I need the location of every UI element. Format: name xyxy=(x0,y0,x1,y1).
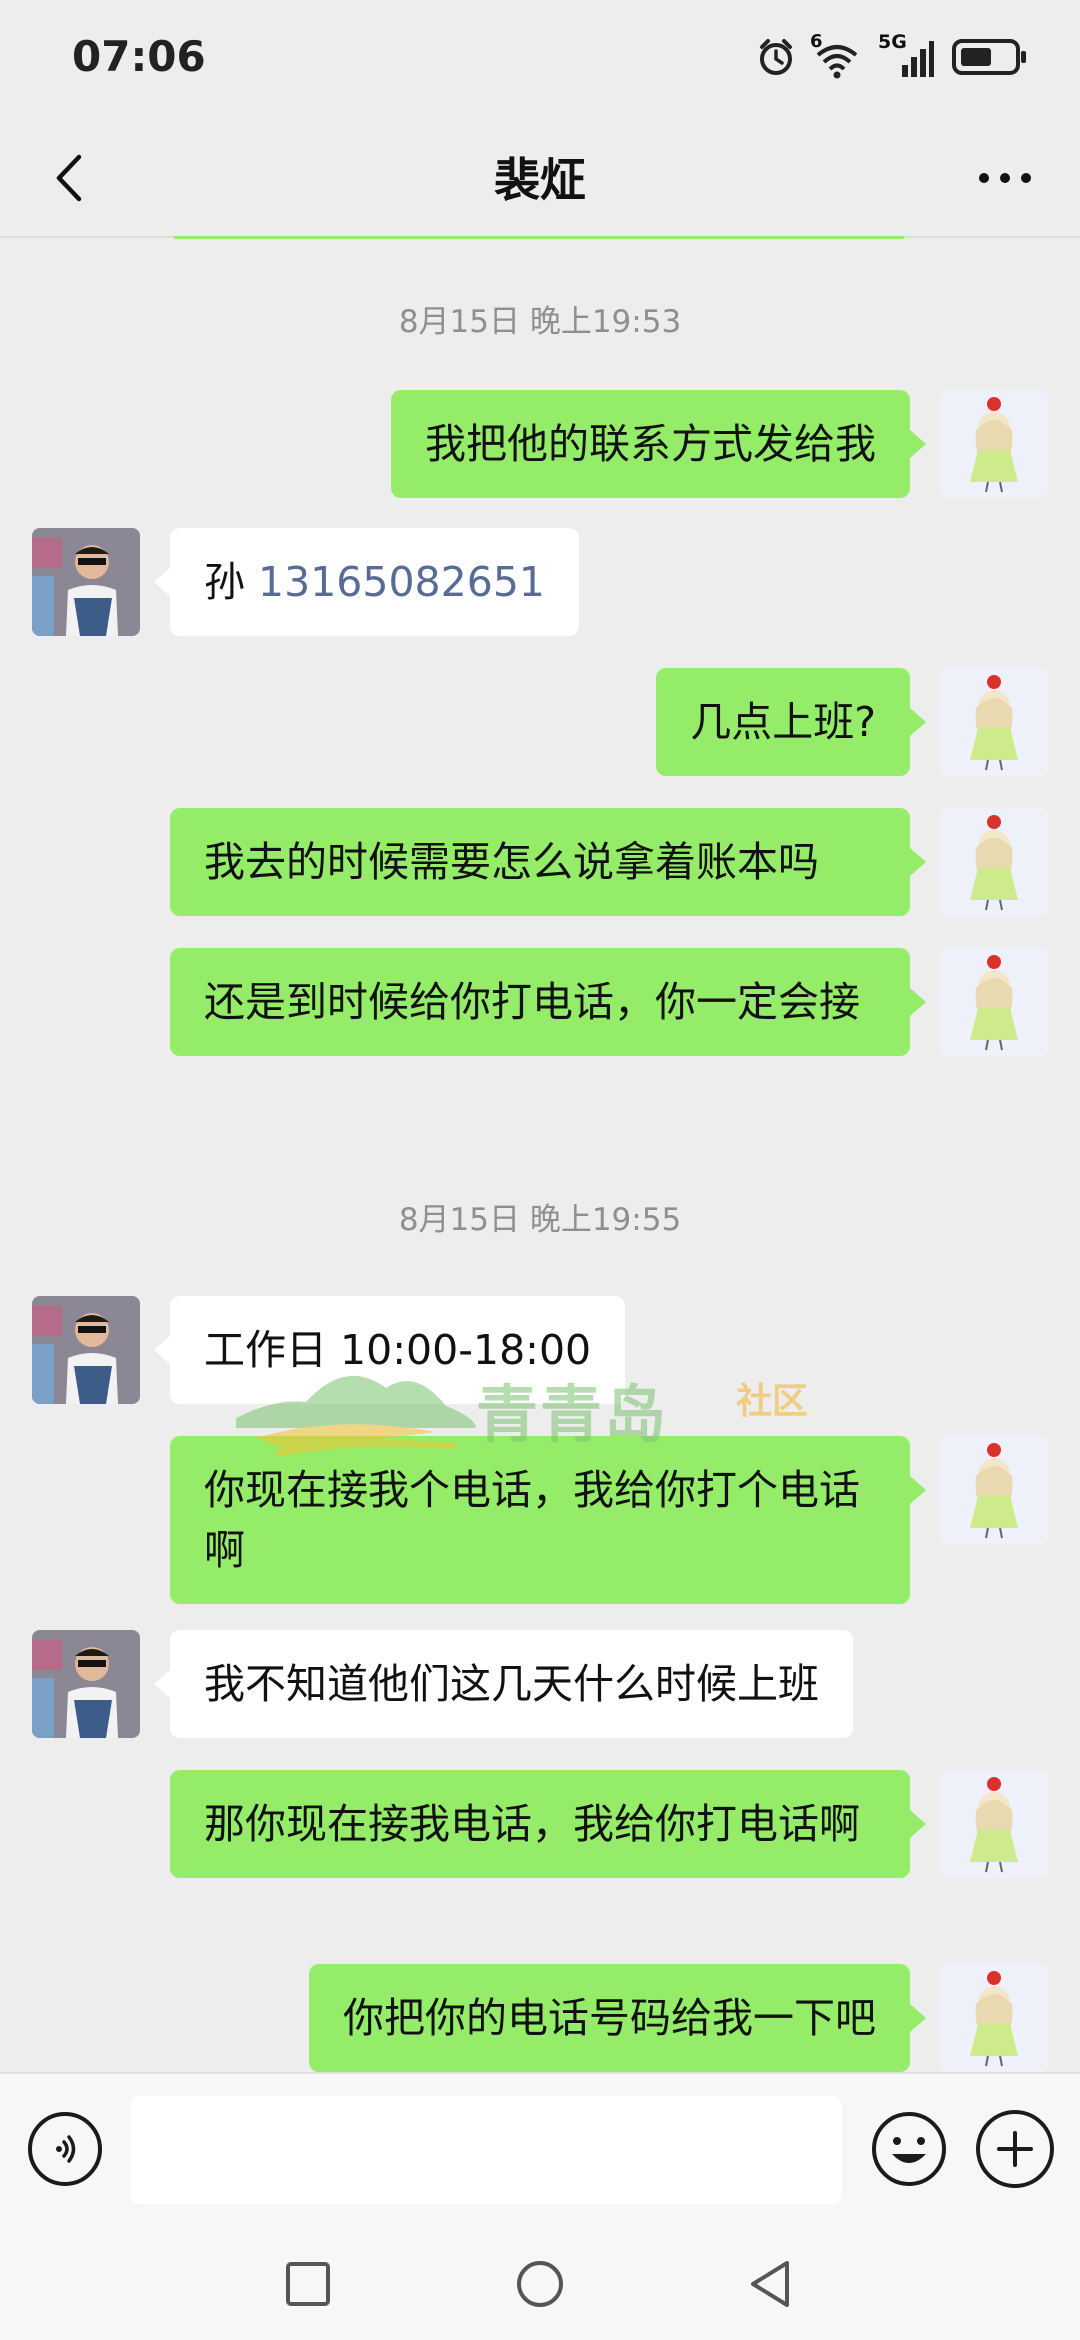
emoji-icon xyxy=(872,2112,946,2186)
outgoing-message[interactable]: 我去的时候需要怎么说拿着账本吗 xyxy=(170,808,926,916)
outgoing-message[interactable]: 那你现在接我电话，我给你打电话啊 xyxy=(170,1770,926,1878)
chat-title[interactable]: 裴炡 xyxy=(0,144,1080,210)
avatar-girl-image xyxy=(970,1971,1018,2067)
message-prefix: 孙 xyxy=(204,558,259,606)
message-timestamp: 8月15日 晚上19:53 xyxy=(398,304,682,340)
self-avatar[interactable] xyxy=(940,1436,1048,1544)
signal-icon: 5G xyxy=(878,31,934,79)
voice-button[interactable] xyxy=(28,2112,102,2186)
wifi-label: 6 xyxy=(810,31,823,52)
battery-icon xyxy=(952,38,1028,80)
self-avatar[interactable] xyxy=(940,1964,1048,2072)
avatar-girl-image xyxy=(970,1443,1018,1539)
avatar-girl-image xyxy=(970,815,1018,911)
chat-messages[interactable]: 8月15日 晚上19:53 我把他的联系方式发给我 孙 13165082651 … xyxy=(0,240,1080,2072)
incoming-message[interactable]: 我不知道他们这几天什么时候上班 xyxy=(154,1630,853,1738)
message-input-bar xyxy=(0,2072,1080,2224)
plus-icon xyxy=(997,2131,1033,2167)
outgoing-message[interactable]: 几点上班? xyxy=(656,668,926,776)
voice-icon xyxy=(56,2135,76,2163)
alarm-icon xyxy=(756,37,796,81)
avatar-girl-image xyxy=(970,955,1018,1051)
square-nav-icon xyxy=(286,2262,330,2306)
watermark-suffix: 社区 xyxy=(736,1381,809,1422)
self-avatar[interactable] xyxy=(940,390,1048,498)
previous-bubble-edge xyxy=(174,236,904,239)
self-avatar[interactable] xyxy=(940,808,1048,916)
phone-number-link[interactable]: 13165082651 xyxy=(258,558,545,606)
self-avatar[interactable] xyxy=(940,668,1048,776)
self-avatar[interactable] xyxy=(940,948,1048,1056)
home-button[interactable] xyxy=(510,2254,570,2314)
avatar-man-photo xyxy=(32,528,140,636)
emoji-button[interactable] xyxy=(870,2110,948,2188)
self-avatar[interactable] xyxy=(940,1770,1048,1878)
more-icon xyxy=(979,173,1031,183)
outgoing-message[interactable]: 我把他的联系方式发给我 xyxy=(391,390,926,498)
avatar-man-photo xyxy=(32,1630,140,1738)
avatar-man-photo xyxy=(32,1296,140,1404)
status-icons: 6 5G xyxy=(756,31,1028,82)
avatar-girl-image xyxy=(970,397,1018,493)
message-input[interactable] xyxy=(130,2096,842,2204)
chat-header: 裴炡 xyxy=(0,118,1080,238)
incoming-message[interactable]: 孙 13165082651 xyxy=(154,528,579,636)
contact-avatar[interactable] xyxy=(32,1630,140,1738)
back-nav-button[interactable] xyxy=(740,2254,800,2314)
site-watermark: 青青岛 社区 xyxy=(236,1358,836,1478)
more-button[interactable] xyxy=(970,150,1040,206)
outgoing-message[interactable]: 你把你的电话号码给我一下吧 xyxy=(309,1964,926,2072)
avatar-girl-image xyxy=(970,1777,1018,1873)
more-functions-button[interactable] xyxy=(976,2110,1054,2188)
watermark-name: 青青岛 xyxy=(476,1378,669,1451)
outgoing-message[interactable]: 还是到时候给你打电话，你一定会接 xyxy=(170,948,926,1056)
avatar-girl-image xyxy=(970,675,1018,771)
system-navigation-bar xyxy=(0,2224,1080,2340)
recent-apps-button[interactable] xyxy=(278,2254,338,2314)
contact-avatar[interactable] xyxy=(32,1296,140,1404)
circle-nav-icon xyxy=(517,2261,563,2307)
status-bar: 07:06 6 5G xyxy=(0,0,1080,118)
status-time: 07:06 xyxy=(72,32,206,81)
wifi-icon: 6 xyxy=(810,31,860,79)
contact-avatar[interactable] xyxy=(32,528,140,636)
message-timestamp: 8月15日 晚上19:55 xyxy=(398,1202,682,1238)
triangle-back-icon xyxy=(751,2261,789,2307)
